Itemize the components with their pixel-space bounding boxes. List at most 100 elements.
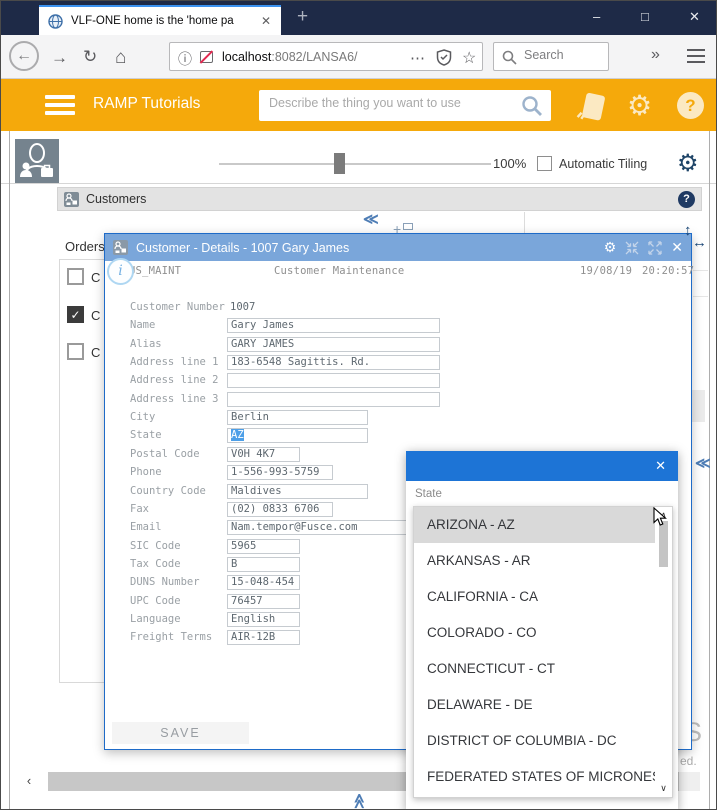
user-objects-icon	[15, 139, 59, 183]
browser-search-input[interactable]	[522, 47, 602, 63]
customers-panel-header[interactable]: Customers ?	[57, 187, 702, 211]
app-menu-button[interactable]	[45, 95, 75, 115]
field-input[interactable]: 5965	[227, 539, 300, 554]
dialog-title: Customer - Details - 1007 Gary James	[136, 241, 595, 255]
dialog-settings-gear-icon[interactable]: ⚙	[604, 239, 617, 256]
state-picker-popup: ✕ State FEDERATED STATES OF MICRONESIADI…	[406, 451, 678, 810]
field-value: 76457	[231, 595, 263, 607]
browser-search-field[interactable]	[493, 42, 609, 71]
picker-field-label: State	[415, 488, 442, 500]
scroll-down-icon[interactable]: ∨	[655, 783, 672, 794]
picker-titlebar: ✕	[406, 451, 678, 481]
address-bar[interactable]: ⓘ localhost:8082/LANSA6/ ⋯ ☆	[169, 42, 483, 71]
field-input[interactable]: Maldives	[227, 484, 368, 499]
field-value: (02) 0833 6706	[231, 503, 320, 515]
overflow-chevrons-icon[interactable]: »	[651, 46, 660, 64]
info-icon[interactable]: i	[107, 258, 134, 285]
scroll-left-button[interactable]: ‹	[10, 772, 48, 791]
customers-help-icon[interactable]: ?	[678, 191, 695, 208]
reload-button[interactable]: ↻	[83, 47, 97, 67]
save-button[interactable]: SAVE	[112, 722, 249, 744]
automatic-tiling-checkbox[interactable]	[537, 156, 552, 171]
window-maximize-button[interactable]: □	[641, 9, 649, 24]
field-input[interactable]: 183-6548 Sagittis. Rd.	[227, 355, 440, 370]
state-option[interactable]: COLORADO - CO	[414, 615, 656, 651]
state-option[interactable]: FEDERATED STATES OF MICRONESIA	[414, 759, 656, 795]
browser-menu-button[interactable]	[687, 49, 705, 63]
field-input[interactable]: GARY JAMES	[227, 337, 440, 352]
app-search-field[interactable]	[259, 90, 551, 121]
table-row-line	[693, 296, 708, 297]
bookmark-star-icon[interactable]: ☆	[462, 48, 476, 68]
dialog-expand-icon[interactable]	[648, 241, 662, 255]
home-button[interactable]: ⌂	[115, 47, 126, 69]
browser-tab[interactable]: VLF-ONE home is the 'home pa ✕	[39, 5, 281, 35]
search-icon	[502, 50, 517, 65]
checkbox[interactable]	[67, 343, 84, 360]
plugin-blocked-icon[interactable]	[200, 51, 213, 63]
state-option[interactable]: DISTRICT OF COLUMBIA - DC	[414, 723, 656, 759]
dialog-titlebar[interactable]: Customer - Details - 1007 Gary James ⚙	[105, 234, 691, 261]
dialog-compress-icon[interactable]	[625, 241, 639, 255]
field-value: Maldives	[231, 485, 282, 497]
app-settings-gear-icon[interactable]: ⚙	[627, 89, 652, 122]
forward-button[interactable]: →	[51, 48, 68, 68]
field-input[interactable]	[227, 392, 440, 407]
zoom-slider-track[interactable]	[219, 163, 491, 165]
window-close-button[interactable]: ✕	[689, 9, 700, 25]
field-input[interactable]: (02) 0833 6706	[227, 502, 333, 517]
url-text: localhost:8082/LANSA6/	[222, 50, 400, 64]
mouse-cursor	[653, 507, 667, 527]
collapse-chevrons-icon[interactable]: ≪	[695, 454, 711, 472]
resize-horizontal-icon[interactable]: ↔	[692, 234, 707, 251]
field-input[interactable]: B	[227, 557, 300, 572]
search-icon[interactable]	[521, 95, 543, 117]
expand-up-chevrons-icon[interactable]: ≫	[350, 793, 368, 809]
state-option[interactable]: DELAWARE - DE	[414, 687, 656, 723]
dialog-close-icon[interactable]: ✕	[671, 239, 683, 256]
resize-vertical-icon[interactable]: ↕	[684, 222, 692, 239]
picker-scrollbar[interactable]: ∧ ∨	[655, 507, 672, 797]
app-search-input[interactable]	[267, 95, 507, 111]
field-input[interactable]: 76457	[227, 594, 300, 609]
app-help-icon[interactable]: ?	[677, 92, 704, 119]
checkbox-label: C	[91, 308, 100, 323]
page-actions-icon[interactable]: ⋯	[410, 49, 425, 67]
field-label: Name	[130, 319, 155, 331]
field-input[interactable]: Gary James	[227, 318, 440, 333]
field-input[interactable]: 1-556-993-5759	[227, 465, 333, 480]
column-divider	[524, 212, 525, 233]
field-value: Gary James	[231, 319, 294, 331]
tab-close-icon[interactable]: ✕	[261, 14, 271, 28]
field-value: GARY JAMES	[231, 338, 294, 350]
new-tab-button[interactable]: +	[297, 6, 308, 28]
field-input[interactable]: Berlin	[227, 410, 368, 425]
picker-scrollbar-thumb[interactable]	[659, 521, 668, 567]
state-option[interactable]: CONNECTICUT - CT	[414, 651, 656, 687]
cards-icon[interactable]	[576, 91, 610, 123]
globe-favicon-icon	[48, 14, 63, 29]
collapse-chevrons-icon[interactable]: ≪	[363, 210, 379, 228]
field-input[interactable]	[227, 373, 440, 388]
state-option[interactable]: ARIZONA - AZ	[414, 507, 656, 543]
field-input[interactable]: 15-048-454	[227, 575, 300, 590]
back-button[interactable]: ←	[9, 41, 39, 71]
zoom-slider-handle[interactable]	[334, 153, 345, 174]
window-minimize-button[interactable]: –	[593, 9, 600, 24]
field-label: Address line 3	[130, 393, 219, 405]
pocket-shield-icon[interactable]	[436, 49, 452, 66]
state-option[interactable]: ARKANSAS - AR	[414, 543, 656, 579]
field-input[interactable]: AIR-12B	[227, 630, 300, 645]
state-option[interactable]: CALIFORNIA - CA	[414, 579, 656, 615]
user-avatar-button[interactable]	[15, 139, 59, 183]
checkbox[interactable]	[67, 268, 84, 285]
tiling-settings-gear-icon[interactable]: ⚙	[677, 149, 699, 178]
field-input[interactable]: V0H 4K7	[227, 447, 300, 462]
picker-close-icon[interactable]: ✕	[655, 458, 666, 474]
screen-id: US_MAINT	[129, 265, 181, 277]
field-input[interactable]: English	[227, 612, 300, 627]
field-label: Address line 2	[130, 374, 219, 386]
site-info-icon[interactable]: ⓘ	[178, 49, 192, 69]
field-input[interactable]: AZ	[227, 428, 368, 443]
checkbox[interactable]: ✓	[67, 306, 84, 323]
